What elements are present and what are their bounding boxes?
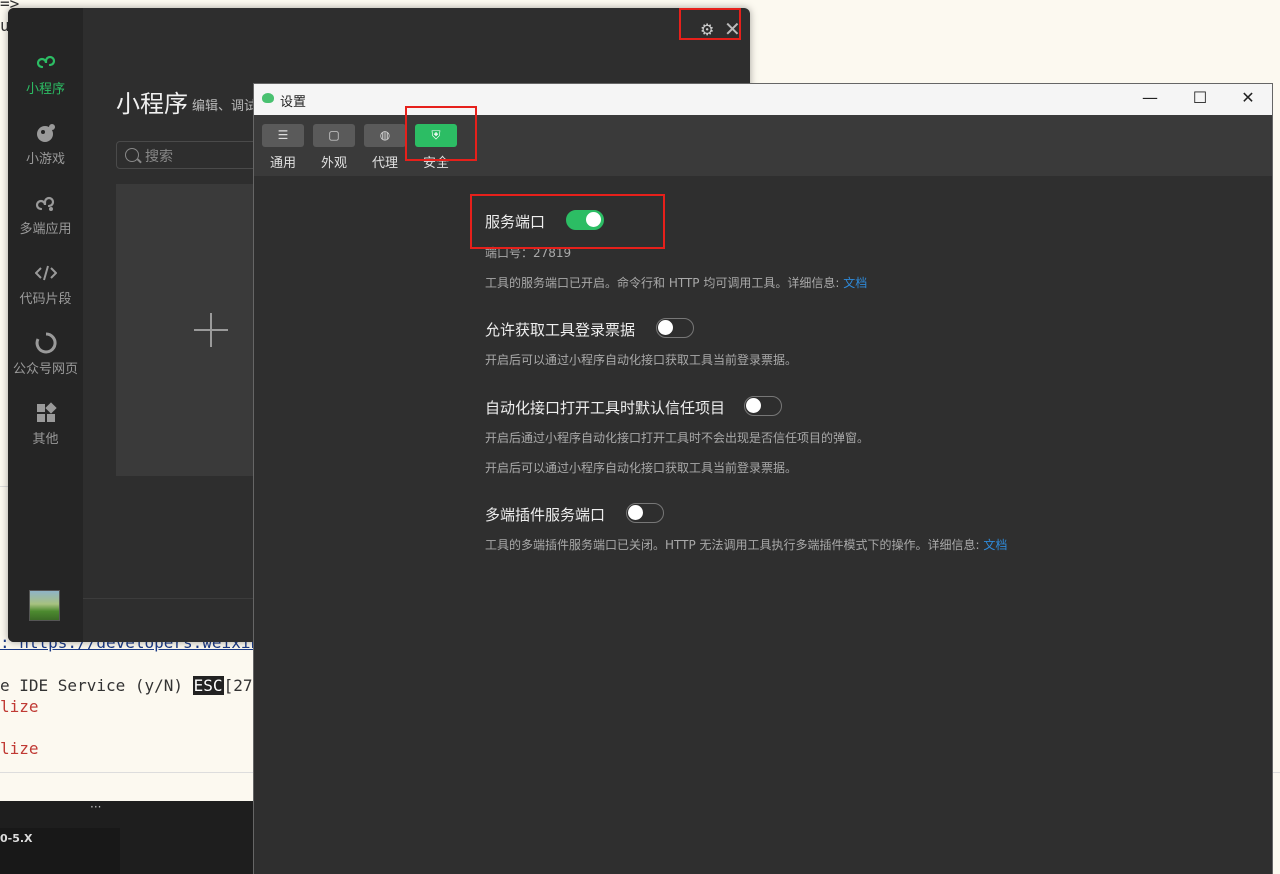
tab-general[interactable]: ☰ [262, 124, 304, 147]
login-ticket-title: 允许获取工具登录票据 [485, 321, 636, 339]
sliders-icon: ☰ [277, 128, 289, 142]
add-icon-vertical [210, 313, 212, 347]
minimize-button[interactable]: — [1138, 88, 1162, 110]
sidebar-item-label: 代码片段 [19, 292, 72, 307]
auto-trust-toggle[interactable] [744, 396, 782, 416]
globe-icon: ◍ [379, 128, 391, 142]
search-icon [125, 148, 139, 162]
code-snippet-icon [34, 265, 57, 281]
highlight-box-settings-button [679, 8, 741, 40]
terminal-esc-key: ESC [192, 676, 224, 695]
multi-plugin-port-desc-text: 工具的多端插件服务端口已关闭。HTTP 无法调用工具执行多端插件模式下的操作。详… [485, 538, 984, 552]
sidebar-item-label: 小游戏 [25, 152, 65, 167]
sidebar-item-label: 小程序 [25, 82, 65, 97]
auto-trust-title: 自动化接口打开工具时默认信任项目 [485, 399, 726, 417]
tab-proxy[interactable]: ◍ [364, 124, 406, 147]
tab-general-label[interactable]: 通用 [262, 152, 304, 171]
settings-content: 服务端口 端口号：27819 工具的服务端口已开启。命令行和 HTTP 均可调用… [254, 176, 1272, 874]
multi-plugin-port-doc-link[interactable]: 文档 [983, 538, 1007, 552]
sidebar-item-label: 多端应用 [19, 222, 72, 237]
tab-proxy-label[interactable]: 代理 [364, 152, 406, 171]
terminal-service-prompt: e IDE Service (y/N) ESC[27D [0, 676, 262, 695]
sidebar-item-mini-program[interactable]: 小程序 [8, 52, 83, 97]
close-button[interactable]: ✕ [1236, 88, 1260, 110]
sidebar-item-mini-game[interactable]: 小游戏 [8, 122, 83, 167]
terminal-error-1: lize [0, 697, 39, 716]
service-port-doc-link[interactable]: 文档 [843, 276, 867, 290]
apps-icon [36, 402, 57, 422]
service-port-desc-text: 工具的服务端口已开启。命令行和 HTTP 均可调用工具。详细信息: [485, 276, 844, 290]
mini-program-icon [36, 55, 55, 69]
more-icon[interactable]: ··· [90, 800, 101, 814]
multi-plugin-port-desc: 工具的多端插件服务端口已关闭。HTTP 无法调用工具执行多端插件模式下的操作。详… [485, 536, 1007, 553]
terminal-error-2: lize [0, 739, 39, 758]
settings-dialog: 设置 — ☐ ✕ ☰ 通用 ▢ 外观 ◍ 代理 ⛨ 安全 服务端口 端口号：27… [253, 83, 1273, 874]
avatar[interactable] [29, 590, 60, 621]
multi-plugin-port-toggle[interactable] [626, 503, 664, 523]
search-placeholder: 搜索 [145, 149, 173, 165]
terminal-prompt-text: e IDE Service (y/N) [0, 676, 193, 695]
app-logo-icon [262, 93, 274, 103]
tab-appearance-label[interactable]: 外观 [313, 152, 355, 171]
mini-game-icon [36, 124, 55, 142]
toggle-knob [658, 320, 673, 335]
login-ticket-desc: 开启后可以通过小程序自动化接口获取工具当前登录票据。 [485, 353, 798, 367]
sidebar-item-official-account[interactable]: 公众号网页 [8, 332, 83, 377]
bottom-panel-label: 0-5.X [0, 832, 33, 845]
official-account-icon [35, 332, 57, 354]
maximize-button[interactable]: ☐ [1188, 88, 1212, 110]
sidebar-item-multi-platform[interactable]: 多端应用 [8, 192, 83, 237]
tab-appearance[interactable]: ▢ [313, 124, 355, 147]
auto-trust-desc-2: 开启后可以通过小程序自动化接口获取工具当前登录票据。 [485, 461, 798, 475]
ide-sidebar: 小程序 小游戏 多端应用 代码片段 公众号网页 其他 [8, 8, 83, 642]
page-title: 小程序 [116, 90, 188, 118]
toggle-knob [746, 398, 761, 413]
highlight-box-security-tab [405, 106, 477, 161]
multi-platform-icon [35, 196, 54, 211]
login-ticket-toggle[interactable] [656, 318, 694, 338]
sidebar-item-code-snippet[interactable]: 代码片段 [8, 262, 83, 307]
layout-icon: ▢ [328, 128, 340, 142]
toggle-knob [628, 505, 643, 520]
highlight-box-service-port [470, 194, 665, 249]
sidebar-item-other[interactable]: 其他 [8, 402, 83, 447]
multi-plugin-port-title: 多端插件服务端口 [485, 506, 606, 524]
page-subtitle: 编辑、调试 [192, 99, 258, 114]
service-port-desc: 工具的服务端口已开启。命令行和 HTTP 均可调用工具。详细信息: 文档 [485, 274, 867, 291]
sidebar-item-label: 其他 [32, 432, 59, 447]
auto-trust-desc: 开启后通过小程序自动化接口打开工具时不会出现是否信任项目的弹窗。 [485, 431, 870, 445]
settings-title: 设置 [280, 95, 307, 110]
sidebar-item-label: 公众号网页 [12, 362, 78, 377]
terminal-divider [0, 486, 8, 487]
